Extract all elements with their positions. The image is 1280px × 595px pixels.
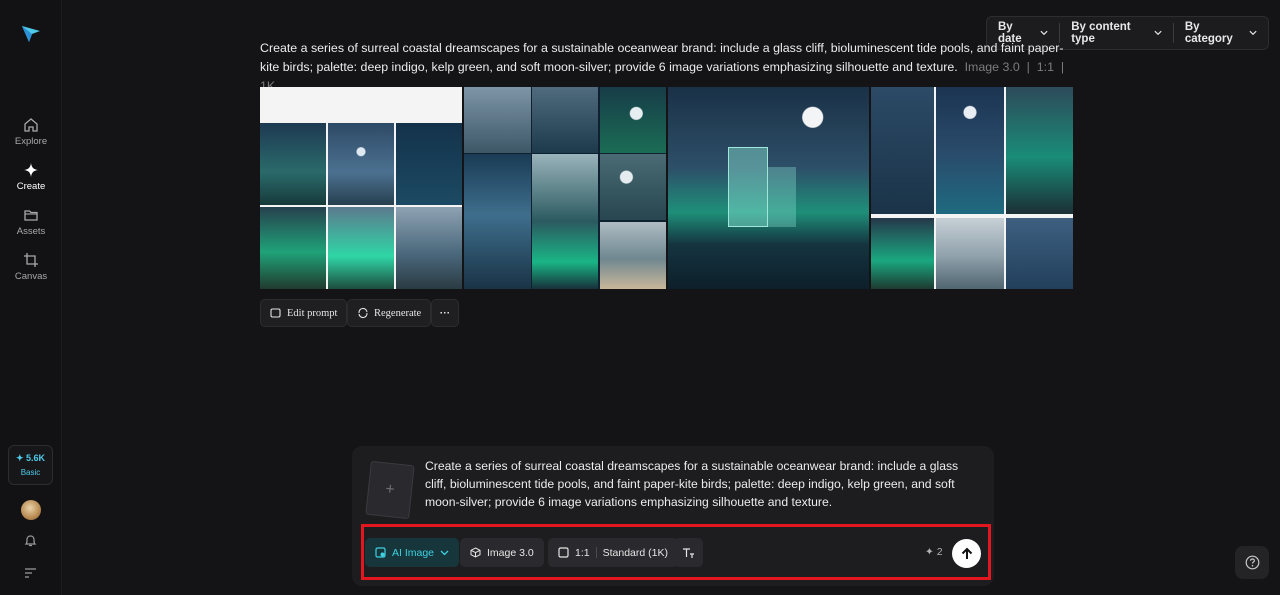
avatar[interactable] xyxy=(21,500,41,520)
generated-image-2[interactable] xyxy=(463,87,666,289)
regenerate-button[interactable]: Regenerate xyxy=(347,299,432,327)
home-icon xyxy=(24,118,38,132)
more-options-button[interactable]: ··· xyxy=(431,299,459,327)
sidebar-item-label: Canvas xyxy=(14,271,48,282)
chevron-down-icon xyxy=(1154,30,1162,36)
question-icon xyxy=(1245,555,1259,570)
sidebar-item-explore[interactable]: Explore xyxy=(0,117,62,147)
edit-prompt-label: Edit prompt xyxy=(287,307,338,319)
chevron-down-icon xyxy=(1249,30,1257,36)
square-ratio-icon xyxy=(558,547,569,558)
plus-icon: + xyxy=(384,480,396,499)
credits-value: ✦ 5.6K xyxy=(15,453,46,463)
cube-icon xyxy=(470,547,481,558)
generated-image-4[interactable] xyxy=(871,87,1073,289)
edit-prompt-button[interactable]: Edit prompt xyxy=(260,299,348,327)
filter-by-content-type[interactable]: By content type xyxy=(1059,21,1173,45)
sidebar-item-assets[interactable]: Assets xyxy=(0,207,62,237)
filter-label: By content type xyxy=(1071,21,1131,45)
chevron-down-icon xyxy=(1040,30,1048,36)
arrow-up-icon xyxy=(961,547,972,559)
plan-label: Basic xyxy=(20,468,41,477)
image-mode-icon xyxy=(375,547,386,558)
filter-by-category[interactable]: By category xyxy=(1172,21,1268,45)
model-selector[interactable]: Image 3.0 xyxy=(460,538,544,567)
filter-label: By category xyxy=(1184,21,1233,45)
sidebar: Explore Create Assets Canvas ✦ 5.6K Basi… xyxy=(0,0,62,595)
mode-label: AI Image xyxy=(392,546,435,559)
text-style-button[interactable] xyxy=(674,538,703,567)
more-icon: ··· xyxy=(439,307,451,319)
quality-label: Standard (1K) xyxy=(602,546,668,559)
crop-icon xyxy=(24,253,38,267)
generation-cost: ✦ 2 xyxy=(925,546,943,558)
regenerate-label: Regenerate xyxy=(374,307,422,319)
send-button[interactable] xyxy=(952,539,981,568)
help-button[interactable] xyxy=(1235,546,1269,579)
app-logo[interactable] xyxy=(20,22,42,44)
folder-icon xyxy=(24,210,38,221)
refresh-icon xyxy=(358,307,368,319)
sidebar-item-canvas[interactable]: Canvas xyxy=(0,252,62,282)
mode-selector[interactable]: AI Image xyxy=(365,538,460,567)
ratio-tag: 1:1 xyxy=(1036,60,1054,74)
size-selector[interactable]: 1:1 Standard (1K) xyxy=(548,538,678,567)
generated-image-1[interactable] xyxy=(260,87,462,289)
sidebar-item-label: Assets xyxy=(16,226,46,237)
result-image-grid xyxy=(260,87,1073,289)
model-tag: Image 3.0 xyxy=(964,60,1020,74)
credits-badge[interactable]: ✦ 5.6K Basic xyxy=(8,445,53,485)
sparkle-icon xyxy=(24,163,38,177)
sidebar-item-label: Explore xyxy=(14,136,48,147)
ratio-label: 1:1 xyxy=(575,546,590,559)
sidebar-item-label: Create xyxy=(16,181,46,192)
add-reference-image-button[interactable]: + xyxy=(365,460,415,520)
chevron-down-icon xyxy=(440,550,449,555)
divider xyxy=(595,547,597,558)
text-format-icon xyxy=(683,547,694,558)
bell-icon[interactable] xyxy=(23,533,38,548)
meta-divider: | xyxy=(1057,60,1068,74)
model-label: Image 3.0 xyxy=(487,546,534,559)
edit-icon xyxy=(270,308,281,318)
sidebar-item-create[interactable]: Create xyxy=(0,162,62,192)
menu-icon[interactable] xyxy=(24,567,37,579)
generated-image-3[interactable] xyxy=(667,87,870,289)
meta-divider: | xyxy=(1023,60,1034,74)
prompt-text: Create a series of surreal coastal dream… xyxy=(260,41,1064,74)
prompt-input[interactable]: Create a series of surreal coastal dream… xyxy=(425,457,970,511)
